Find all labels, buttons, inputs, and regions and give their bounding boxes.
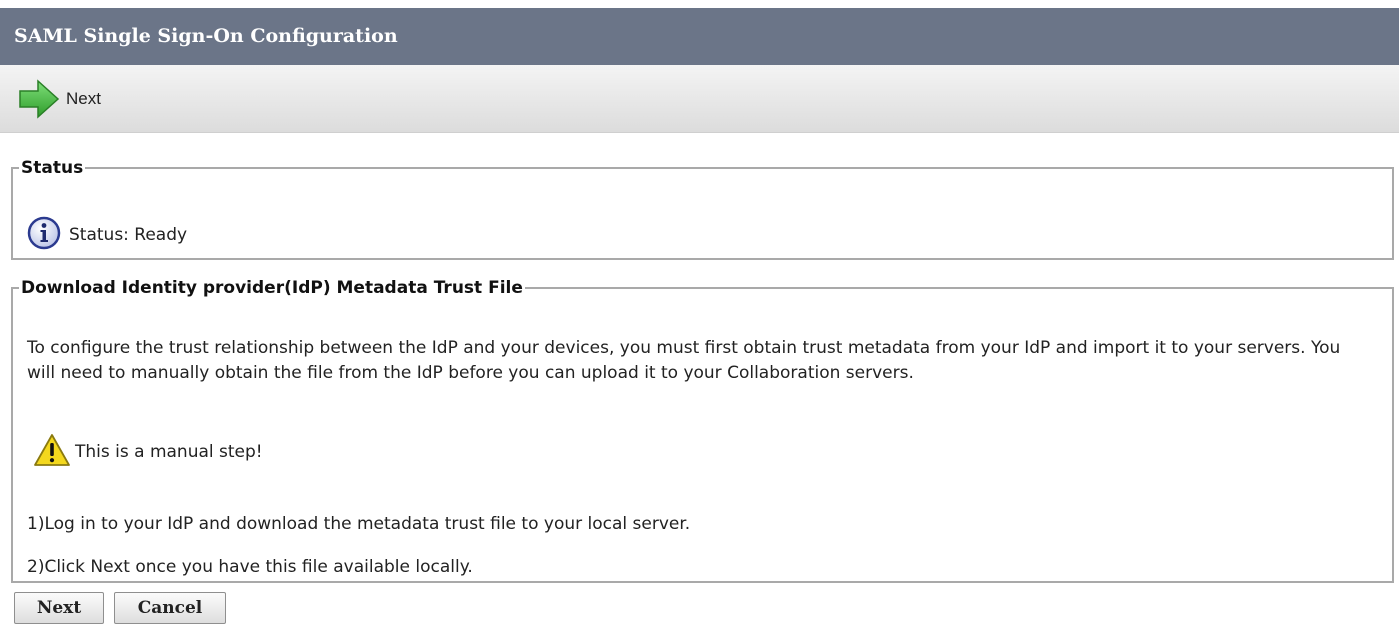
download-legend: Download Identity provider(IdP) Metadata… bbox=[21, 278, 523, 298]
step-2-text: 2)Click Next once you have this file ava… bbox=[27, 557, 473, 577]
toolbar: Next bbox=[0, 65, 1399, 133]
cancel-button[interactable]: Cancel bbox=[114, 592, 226, 624]
warning-row: This is a manual step! bbox=[33, 433, 263, 471]
warning-icon bbox=[33, 433, 71, 471]
status-legend: Status bbox=[21, 158, 84, 178]
download-description: To configure the trust relationship betw… bbox=[27, 338, 1341, 383]
step-1-text: 1)Log in to your IdP and download the me… bbox=[27, 514, 691, 534]
download-metadata-group: Download Identity provider(IdP) Metadata… bbox=[11, 278, 1394, 583]
toolbar-next-label: Next bbox=[66, 89, 101, 108]
warning-text: This is a manual step! bbox=[75, 442, 263, 462]
arrow-right-icon bbox=[18, 79, 60, 119]
next-button[interactable]: Next bbox=[14, 592, 104, 624]
status-group: Status Status: Ready bbox=[11, 158, 1394, 260]
toolbar-next-button[interactable]: Next bbox=[18, 79, 101, 119]
page: SAML Single Sign-On Configuration Next S… bbox=[0, 0, 1399, 639]
status-text: Status: Ready bbox=[69, 225, 188, 245]
page-title: SAML Single Sign-On Configuration bbox=[0, 8, 1399, 65]
status-row: Status: Ready bbox=[27, 216, 187, 254]
info-icon bbox=[27, 216, 61, 254]
